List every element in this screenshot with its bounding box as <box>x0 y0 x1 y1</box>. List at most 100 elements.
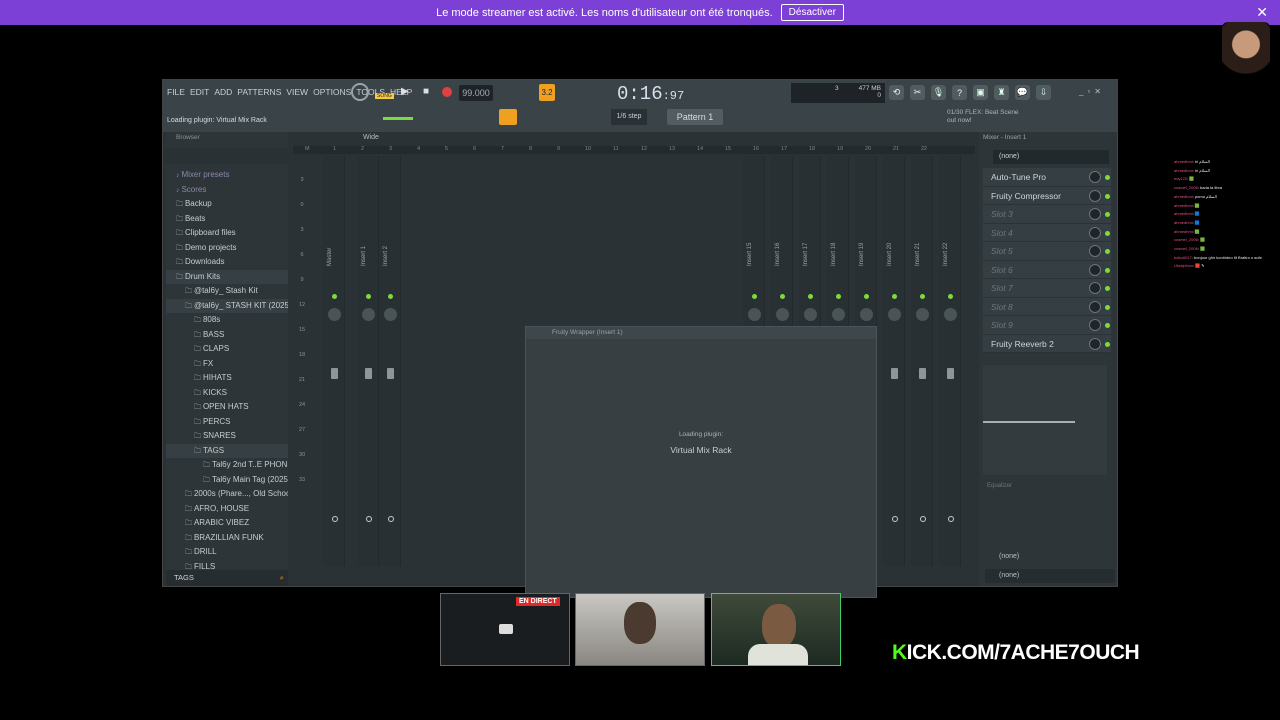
slot-enable-led[interactable] <box>1105 249 1110 254</box>
effect-slot[interactable]: Fruity Compressor <box>983 186 1111 205</box>
menu-file[interactable]: FILE <box>167 87 185 97</box>
volume-fader[interactable] <box>919 368 926 379</box>
undo-icon[interactable]: ⟲ <box>889 85 904 100</box>
pan-knob[interactable] <box>328 308 341 321</box>
menu-patterns[interactable]: PATTERNS <box>237 87 281 97</box>
slot-mix-knob[interactable] <box>1089 245 1101 257</box>
effect-slot[interactable]: Slot 5 <box>983 242 1111 261</box>
effect-slot[interactable]: Slot 3 <box>983 205 1111 224</box>
disable-streamer-mode-button[interactable]: Désactiver <box>780 4 844 21</box>
browser-item[interactable]: 🗀 @tal6y_ STASH KIT (2025) <box>166 298 288 313</box>
track-enable-led[interactable] <box>780 294 785 299</box>
track-enable-led[interactable] <box>752 294 757 299</box>
route-icon[interactable] <box>948 516 954 522</box>
slot-mix-knob[interactable] <box>1089 189 1101 202</box>
chat-username[interactable]: cosmel_2006 <box>1174 185 1198 190</box>
pan-knob[interactable] <box>832 308 845 321</box>
mixer-track[interactable]: Insert 22 <box>939 156 961 566</box>
browser-item[interactable]: 🗀 SNARES <box>166 429 288 444</box>
browser-item[interactable]: 🗀 Drum Kits <box>166 269 288 284</box>
search-icon[interactable]: ⌕ <box>280 570 284 586</box>
browser-item[interactable]: 🗀 808s <box>166 313 288 328</box>
mixer-view-mode[interactable]: Wide <box>363 134 379 141</box>
browser-item[interactable]: 🗀 Tal6y 2nd T..E PHONE!) <box>166 458 288 473</box>
mic-icon[interactable]: 🎙 <box>931 85 946 100</box>
browser-item[interactable]: 🗀 AFRO, HOUSE <box>166 502 288 517</box>
slot-enable-led[interactable] <box>1105 323 1110 328</box>
song-mode-toggle[interactable]: SONG <box>375 93 394 99</box>
pan-knob[interactable] <box>916 308 929 321</box>
browser-item[interactable]: 🗀 Backup <box>166 197 288 212</box>
browser-item[interactable]: 🗀 BRAZILLIAN FUNK <box>166 531 288 546</box>
slot-enable-led[interactable] <box>1105 175 1110 180</box>
slot-mix-knob[interactable] <box>1089 226 1101 239</box>
track-enable-led[interactable] <box>892 294 897 299</box>
browser-item[interactable]: 🗀 HIHATS <box>166 371 288 386</box>
pan-knob[interactable] <box>888 308 901 321</box>
slot-enable-led[interactable] <box>1105 304 1110 310</box>
track-enable-led[interactable] <box>332 294 337 299</box>
browser-item[interactable]: 🗀 Demo projects <box>166 241 288 256</box>
track-enable-led[interactable] <box>388 294 393 299</box>
chat-username[interactable]: ahmedhmi <box>1174 220 1193 225</box>
effect-slot[interactable]: Auto-Tune Pro <box>983 168 1111 187</box>
browser-item[interactable]: 🗀 @tal6y_ Stash Kit <box>166 284 288 299</box>
pattern-selector[interactable]: Pattern 1 <box>667 109 723 125</box>
browser-item[interactable]: 🗀 CLAPS <box>166 342 288 357</box>
play-icon[interactable]: ▶ <box>401 86 409 97</box>
effect-slot[interactable]: Slot 4 <box>983 223 1111 242</box>
route-icon[interactable] <box>920 516 926 522</box>
window-controls[interactable]: _▫✕ <box>1079 87 1105 96</box>
browser-item[interactable]: 🗀 FX <box>166 357 288 372</box>
chat-username[interactable]: bdbn0017 <box>1174 255 1192 260</box>
slot-enable-led[interactable] <box>1105 193 1110 199</box>
volume-fader[interactable] <box>365 368 372 379</box>
slot-mix-knob[interactable] <box>1089 300 1101 313</box>
volume-fader[interactable] <box>891 368 898 379</box>
slot-mix-knob[interactable] <box>1089 263 1101 276</box>
effect-slot[interactable]: Slot 6 <box>983 260 1111 279</box>
slot-mix-knob[interactable] <box>1089 282 1101 294</box>
chat-username[interactable]: ahmedhmi <box>1174 168 1193 173</box>
menu-edit[interactable]: EDIT <box>190 87 209 97</box>
mixer-track[interactable]: Insert 20 <box>883 156 905 566</box>
slot-mix-knob[interactable] <box>1089 337 1101 350</box>
pan-knob[interactable] <box>362 308 375 321</box>
browser-item[interactable]: 🗀 OPEN HATS <box>166 400 288 415</box>
webcam-thumbnail-1[interactable] <box>575 593 705 666</box>
track-enable-led[interactable] <box>808 294 813 299</box>
chat-username[interactable]: ahmedhmi <box>1174 159 1193 164</box>
mixer-track[interactable]: Insert 21 <box>911 156 933 566</box>
volume-fader[interactable] <box>387 368 394 379</box>
route-icon[interactable] <box>388 516 394 522</box>
effect-slot[interactable]: Slot 8 <box>983 297 1111 316</box>
cut-icon[interactable]: ✂ <box>910 85 925 100</box>
chat-username[interactable]: ahmedhmi <box>1174 194 1193 199</box>
close-icon[interactable]: ✕ <box>1256 4 1268 21</box>
pan-knob[interactable] <box>944 308 957 321</box>
browser-item[interactable]: 🗀 ARABIC VIBEZ <box>166 516 288 531</box>
mixer-track[interactable]: Insert 2 <box>379 156 401 566</box>
slot-enable-led[interactable] <box>1105 230 1110 236</box>
browser-item[interactable]: 🗀 Downloads <box>166 255 288 270</box>
pan-knob[interactable] <box>384 308 397 321</box>
chat-username[interactable]: cosmel_2006 <box>1174 237 1198 242</box>
play-mode-icon[interactable] <box>351 83 369 101</box>
pan-knob[interactable] <box>748 308 761 321</box>
insert-preset-selector[interactable]: (none) <box>993 150 1109 164</box>
volume-fader[interactable] <box>331 368 338 379</box>
pan-knob[interactable] <box>776 308 789 321</box>
master-volume-slider[interactable] <box>383 117 413 120</box>
browser-item[interactable]: 🗀 2000s (Phare..., Old School) <box>166 487 288 502</box>
menu-add[interactable]: ADD <box>214 87 232 97</box>
browser-item[interactable]: 🗀 DRILL <box>166 545 288 560</box>
effect-slot[interactable]: Slot 7 <box>983 279 1111 298</box>
webcam-thumbnail-2[interactable] <box>711 593 841 666</box>
slot-mix-knob[interactable] <box>1089 319 1101 331</box>
snap-selector[interactable]: 1/6 step <box>611 109 647 125</box>
slot-mix-knob[interactable] <box>1089 171 1101 183</box>
pan-knob[interactable] <box>804 308 817 321</box>
track-enable-led[interactable] <box>366 294 371 299</box>
chat-username[interactable]: ahmedhmi <box>1174 203 1193 208</box>
mixer-track[interactable]: Master <box>323 156 345 566</box>
